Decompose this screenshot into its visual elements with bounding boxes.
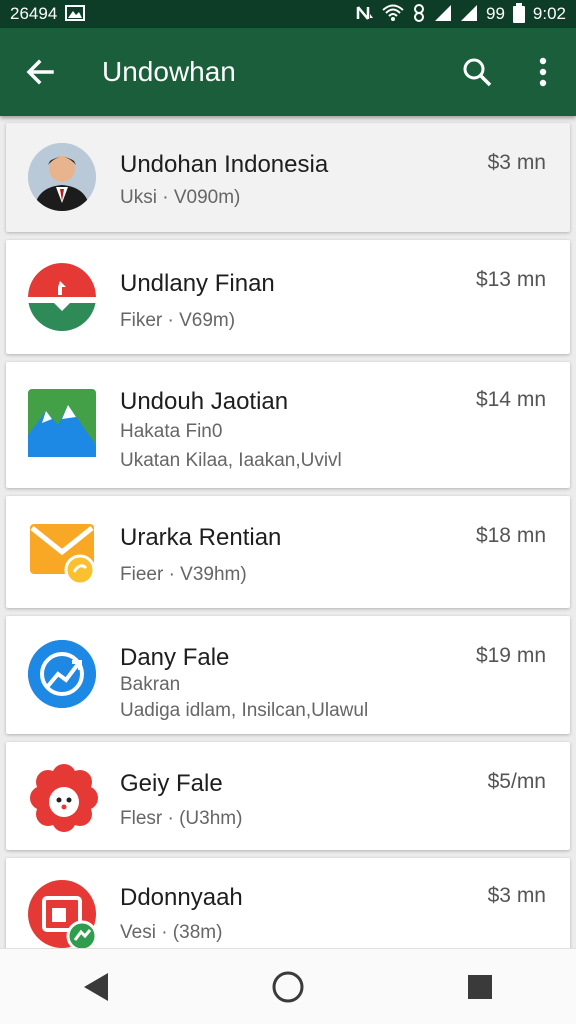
- item-name: Undohan Indonesia: [120, 151, 329, 178]
- list-item[interactable]: Undlany Finan Fiker · V69m) $13 mn: [6, 240, 570, 354]
- item-price: $14 mn: [475, 388, 546, 411]
- item-detail-2: Uadiga idlam, Insilcan,Ulawul: [120, 700, 369, 721]
- search-icon: [463, 58, 492, 87]
- item-name: Undouh Jaotian: [120, 388, 289, 415]
- battery-icon: [512, 2, 525, 26]
- signal-2-icon: [460, 4, 478, 25]
- data-icon: [412, 3, 426, 25]
- wifi-icon: [382, 4, 404, 25]
- battery-percent: 99: [485, 4, 505, 23]
- triangle-back-icon: [84, 972, 108, 1001]
- item-detail: Fieer · V39hm): [120, 564, 247, 585]
- page-title: Undowhan: [102, 56, 236, 87]
- item-detail: Uksi · V090m): [120, 187, 241, 208]
- list-item[interactable]: Undohan Indonesia Uksi · V090m) $3 mn: [6, 123, 570, 232]
- red-green-circle-icon: [28, 263, 96, 331]
- item-detail: Hakata Fin0: [120, 421, 223, 442]
- more-vert-icon: [539, 57, 547, 87]
- list-item[interactable]: Geiy Fale Flesr · (U3hm) $5/mn: [6, 742, 570, 850]
- nav-recents-button[interactable]: [440, 957, 520, 1017]
- image-notification-icon: [65, 4, 86, 24]
- list-item[interactable]: Dany Fale Bakran Uadiga idlam, Insilcan,…: [6, 616, 570, 734]
- more-options-button[interactable]: [510, 28, 576, 116]
- sync-icon: [28, 640, 96, 708]
- item-price: $3 mn: [487, 151, 546, 174]
- item-price: $3 mn: [487, 884, 546, 907]
- navigation-bar: [0, 948, 576, 1024]
- circle-home-icon: [272, 971, 304, 1002]
- item-price: $13 mn: [475, 268, 546, 291]
- status-bar: 26494 99 9:02: [0, 0, 576, 28]
- item-price: $18 mn: [475, 524, 546, 547]
- item-detail: Bakran: [120, 674, 181, 695]
- list-item[interactable]: Undouh Jaotian Hakata Fin0 Ukatan Kilaa,…: [6, 362, 570, 488]
- flower-icon: [28, 762, 100, 834]
- mountain-icon: [28, 389, 96, 457]
- nfc-icon: [356, 4, 374, 25]
- person-photo-icon: [28, 143, 96, 211]
- status-right: 99 9:02: [356, 2, 566, 26]
- nav-back-button[interactable]: [56, 957, 136, 1017]
- item-list: Undohan Indonesia Uksi · V090m) $3 mn Un…: [0, 116, 576, 948]
- list-item[interactable]: Urarka Rentian Fieer · V39hm) $18 mn: [6, 496, 570, 608]
- signal-1-icon: [434, 4, 452, 25]
- item-name: Ddonnyaah: [120, 884, 243, 911]
- item-name: Dany Fale: [120, 644, 230, 671]
- photo-icon: [28, 880, 100, 948]
- item-name: Undlany Finan: [120, 270, 275, 297]
- square-recents-icon: [468, 974, 492, 999]
- nav-home-button[interactable]: [248, 957, 328, 1017]
- item-price: $19 mn: [475, 644, 546, 667]
- item-detail: Flesr · (U3hm): [120, 808, 243, 829]
- arrow-back-icon: [26, 59, 54, 85]
- item-detail: Fiker · V69m): [120, 310, 236, 331]
- mail-icon: [28, 518, 100, 586]
- list-item[interactable]: Ddonnyaah Vesi · (38m) $3 mn: [6, 858, 570, 948]
- item-price: $5/mn: [487, 770, 546, 793]
- status-left: 26494: [10, 4, 86, 24]
- search-button[interactable]: [444, 28, 510, 116]
- clock: 9:02: [532, 4, 566, 23]
- item-detail: Vesi · (38m): [120, 922, 223, 943]
- item-detail-2: Ukatan Kilaa, Iaakan,Uvivl: [120, 450, 342, 471]
- item-name: Geiy Fale: [120, 770, 223, 797]
- back-button[interactable]: [0, 28, 80, 116]
- app-bar: Undowhan: [0, 28, 576, 116]
- status-left-text: 26494: [10, 4, 58, 23]
- item-name: Urarka Rentian: [120, 524, 282, 551]
